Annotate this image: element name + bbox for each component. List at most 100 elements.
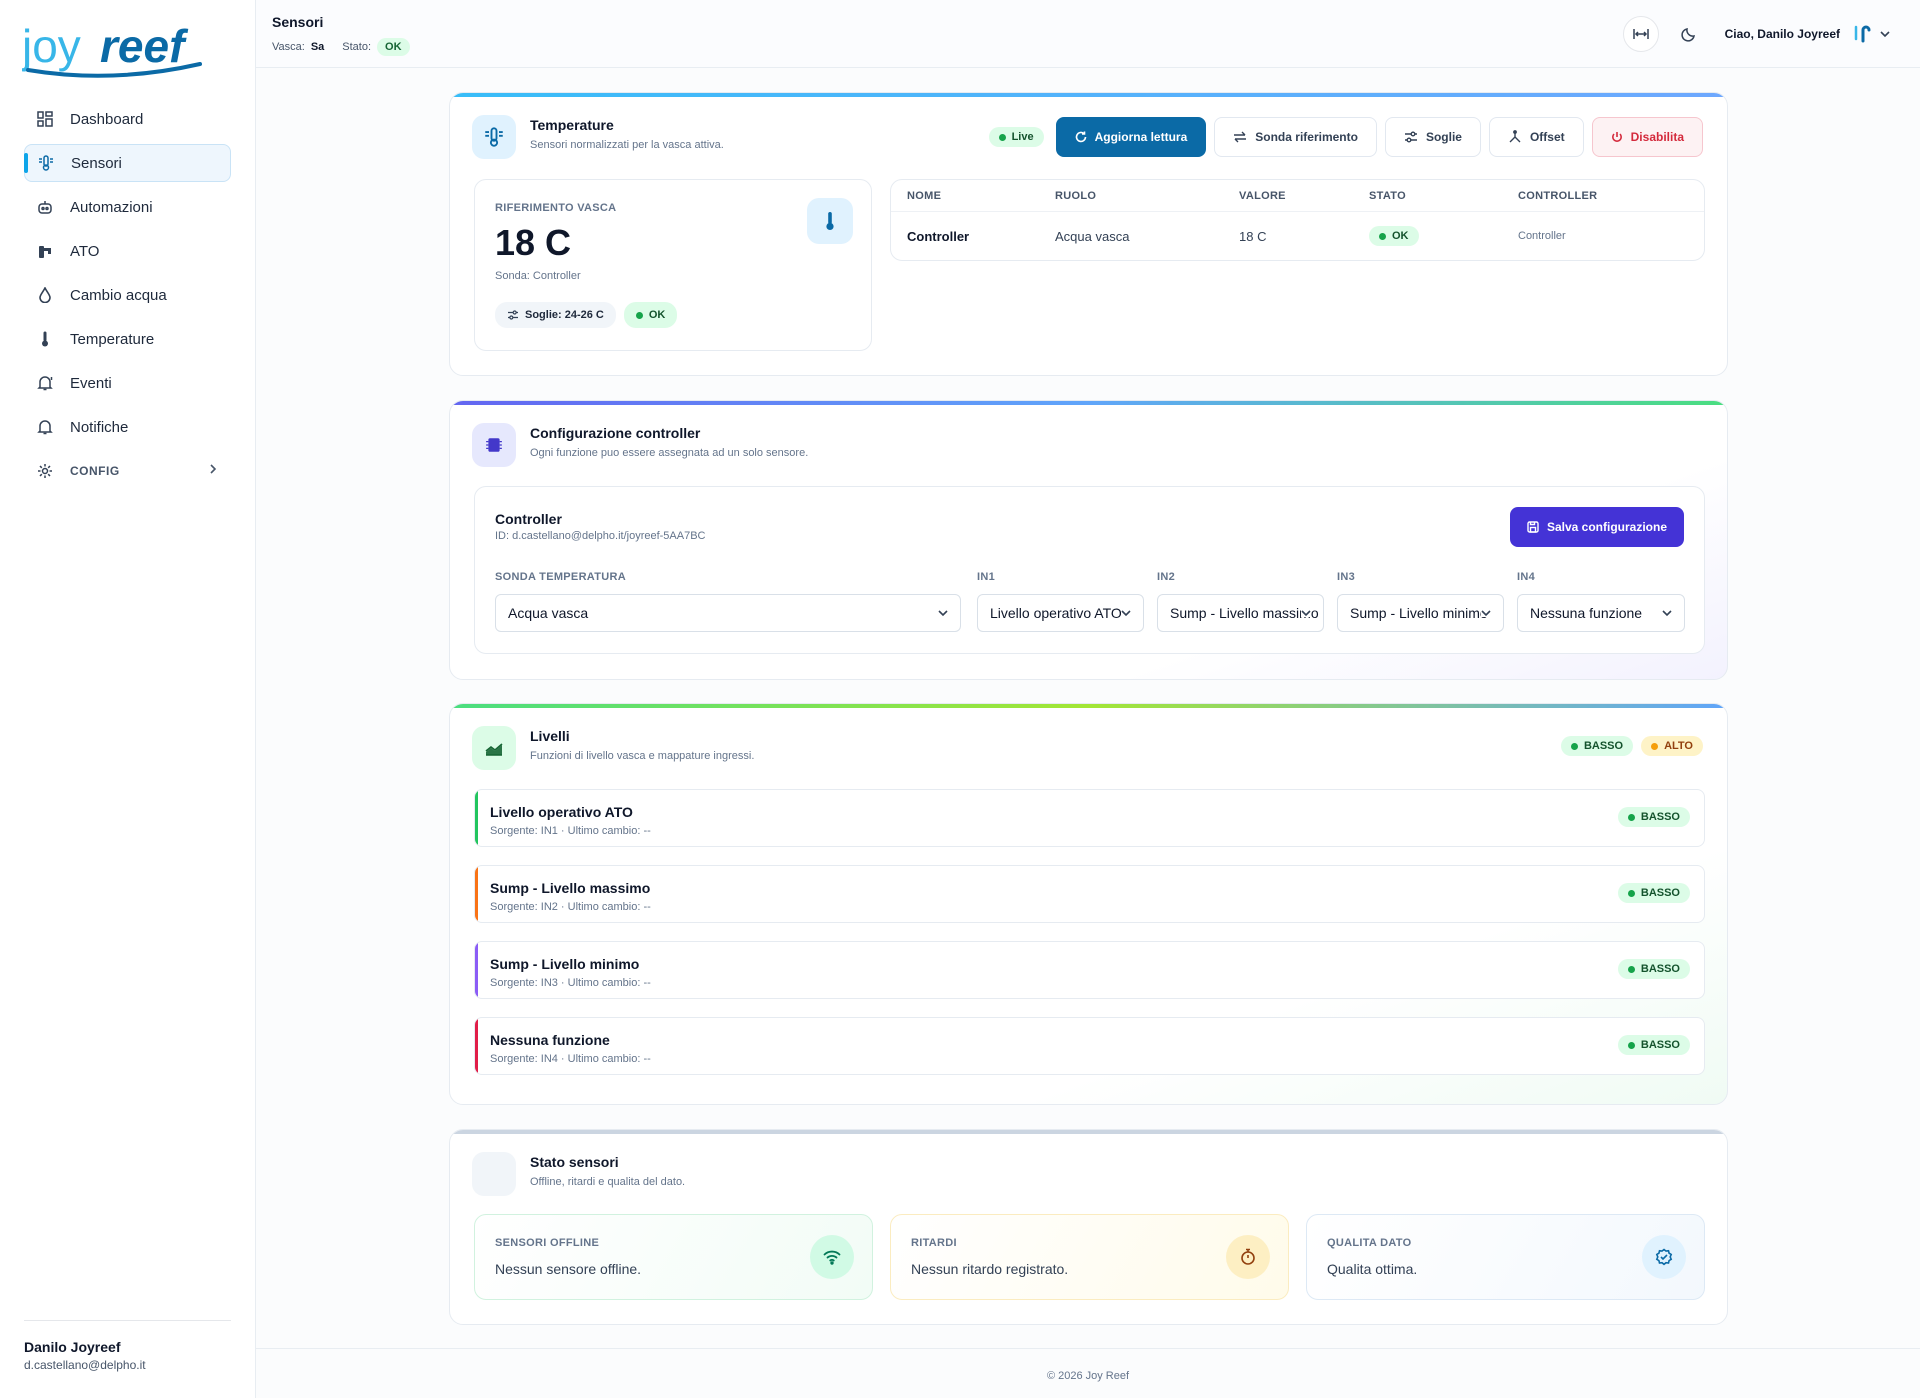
offline-label: SENSORI OFFLINE	[495, 1237, 600, 1249]
save-configuration-button[interactable]: Salva configurazione	[1509, 507, 1684, 547]
temperature-card: Temperature Sensori normalizzati per la …	[449, 92, 1728, 376]
sidebar-item-cambio-acqua[interactable]: Cambio acqua	[24, 276, 231, 314]
controller-config-card: Configurazione controller Ogni funzione …	[449, 400, 1728, 680]
avatar-logo-icon	[1854, 25, 1871, 43]
legend-high-badge: ALTO	[1641, 736, 1703, 756]
user-avatar[interactable]	[1852, 24, 1890, 44]
section-title: Configurazione controller	[530, 425, 701, 441]
level-item[interactable]: Sump - Livello minimo Sorgente: IN3 · Ul…	[474, 941, 1705, 999]
reference-probe-button[interactable]: Sonda riferimento	[1214, 117, 1377, 157]
refresh-icon	[1075, 131, 1087, 143]
topbar-actions: Ciao, Danilo Joyreef	[1622, 16, 1890, 52]
expand-width-button[interactable]	[1622, 16, 1659, 52]
level-state-badge: BASSO	[1617, 959, 1690, 979]
in1-select[interactable]: Livello operativo ATO	[977, 594, 1144, 632]
in2-label: IN2	[1157, 571, 1176, 583]
in4-select[interactable]: Nessuna funzione	[1517, 594, 1685, 632]
level-item[interactable]: Nessuna funzione Sorgente: IN4 · Ultimo …	[474, 1017, 1705, 1075]
save-icon	[1527, 521, 1539, 533]
temp-probe-select[interactable]: Acqua vasca	[495, 594, 961, 632]
levels-legend: BASSO ALTO	[1560, 736, 1703, 756]
level-state-badge: BASSO	[1617, 1035, 1690, 1055]
sidebar-item-label: Automazioni	[70, 198, 153, 216]
in3-select[interactable]: Sump - Livello minimo	[1337, 594, 1504, 632]
controller-panel: Controller ID: d.castellano@delpho.it/jo…	[474, 486, 1705, 654]
in3-label: IN3	[1337, 571, 1356, 583]
section-title: Stato sensori	[530, 1154, 619, 1170]
in4-label: IN4	[1517, 571, 1536, 583]
level-state-badge: BASSO	[1617, 883, 1690, 903]
sidebar-item-label: Notifiche	[70, 418, 129, 436]
temp-probe-label: SONDA TEMPERATURA	[495, 571, 626, 583]
temperature-actions: Live Aggiorna lettura Sonda riferimento …	[988, 117, 1703, 157]
delays-label: RITARDI	[911, 1237, 957, 1249]
tank-value: Sa	[310, 41, 325, 53]
user-email: d.castellano@delpho.it	[24, 1358, 146, 1372]
theme-toggle-button[interactable]	[1671, 16, 1707, 52]
sidebar-item-label: Cambio acqua	[70, 286, 167, 304]
wifi-icon	[810, 1235, 854, 1279]
page-title: Sensori	[272, 14, 324, 30]
footer: © 2026 Joy Reef	[256, 1348, 1920, 1398]
sensors-table: NOME RUOLO VALORE STATO CONTROLLER Contr…	[890, 179, 1705, 261]
offset-button[interactable]: Offset	[1488, 117, 1584, 157]
gear-icon	[36, 462, 54, 480]
reference-status-badge: OK	[623, 302, 678, 328]
table-row[interactable]: Controller Acqua vasca 18 C OK Controlle…	[891, 212, 1704, 260]
offline-value: Nessun sensore offline.	[495, 1261, 642, 1277]
chevron-down-icon	[1301, 609, 1311, 617]
sidebar: joy reef Dashboard Sensori Automazioni A…	[0, 0, 256, 1398]
sidebar-user: Danilo Joyreef d.castellano@delpho.it	[24, 1320, 231, 1372]
level-title: Sump - Livello massimo	[490, 880, 651, 896]
refresh-reading-button[interactable]: Aggiorna lettura	[1055, 117, 1207, 157]
level-title: Nessuna funzione	[490, 1032, 610, 1048]
sidebar-item-label: Dashboard	[70, 110, 144, 128]
svg-text:reef: reef	[100, 20, 189, 72]
sidebar-item-label: Eventi	[70, 374, 112, 392]
level-source: Sorgente: IN3 · Ultimo cambio: --	[490, 977, 651, 989]
level-source: Sorgente: IN1 · Ultimo cambio: --	[490, 825, 651, 837]
sidebar-item-dashboard[interactable]: Dashboard	[24, 100, 231, 138]
sidebar-item-notifiche[interactable]: Notifiche	[24, 408, 231, 446]
moon-icon	[1680, 26, 1697, 42]
level-item[interactable]: Livello operativo ATO Sorgente: IN1 · Ul…	[474, 789, 1705, 847]
level-source: Sorgente: IN4 · Ultimo cambio: --	[490, 1053, 651, 1065]
controller-name: Controller	[495, 511, 562, 527]
status-badge: OK	[377, 38, 410, 56]
disable-button[interactable]: Disabilita	[1591, 117, 1703, 157]
table-header: NOME RUOLO VALORE STATO CONTROLLER	[891, 180, 1704, 212]
chart-area-icon	[472, 726, 516, 770]
levels-card: Livelli Funzioni di livello vasca e mapp…	[449, 703, 1728, 1105]
bell-alert-icon	[36, 374, 54, 392]
thresholds-button[interactable]: Soglie	[1384, 117, 1481, 157]
chevron-down-icon	[1121, 609, 1131, 617]
sensor-value: 18 C	[1239, 228, 1267, 244]
in2-select[interactable]: Sump - Livello massimo	[1157, 594, 1324, 632]
sensor-card-icon	[472, 115, 516, 159]
level-item[interactable]: Sump - Livello massimo Sorgente: IN2 · U…	[474, 865, 1705, 923]
sidebar-item-eventi[interactable]: Eventi	[24, 364, 231, 402]
section-subtitle: Sensori normalizzati per la vasca attiva…	[530, 139, 724, 151]
grid-icon	[36, 110, 54, 128]
section-subtitle: Funzioni di livello vasca e mappature in…	[530, 750, 755, 762]
sidebar-item-automazioni[interactable]: Automazioni	[24, 188, 231, 226]
sensor-status-card: Stato sensori Offline, ritardi e qualita…	[449, 1129, 1728, 1325]
stopwatch-icon	[1226, 1235, 1270, 1279]
sidebar-item-sensori[interactable]: Sensori	[24, 144, 231, 182]
sidebar-item-config[interactable]: CONFIG	[24, 452, 231, 490]
sliders-icon	[507, 310, 519, 320]
chip-icon	[472, 423, 516, 467]
bell-icon	[36, 418, 54, 436]
status-card-icon	[472, 1152, 516, 1196]
sidebar-item-ato[interactable]: ATO	[24, 232, 231, 270]
chevron-down-icon	[938, 609, 948, 617]
level-title: Livello operativo ATO	[490, 804, 633, 820]
delays-value: Nessun ritardo registrato.	[911, 1261, 1069, 1277]
offline-sensors-panel: SENSORI OFFLINE Nessun sensore offline.	[474, 1214, 873, 1300]
status-label: Stato:	[342, 41, 372, 53]
joyreef-logo[interactable]: joy reef	[22, 20, 212, 80]
sidebar-item-temperature[interactable]: Temperature	[24, 320, 231, 358]
thermometer-icon	[36, 330, 54, 348]
sensor-controller: Controller	[1518, 230, 1566, 242]
reference-label: RIFERIMENTO VASCA	[495, 202, 617, 214]
